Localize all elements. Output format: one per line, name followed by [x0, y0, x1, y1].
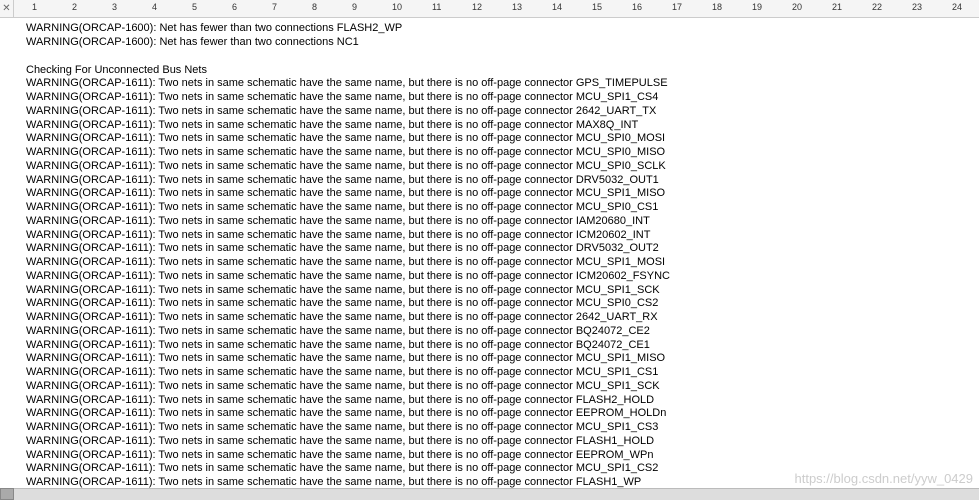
watermark-text: https://blog.csdn.net/yyw_0429	[794, 471, 973, 486]
log-line: WARNING(ORCAP-1611): Two nets in same sc…	[26, 146, 979, 160]
log-line: WARNING(ORCAP-1611): Two nets in same sc…	[26, 297, 979, 311]
log-line: WARNING(ORCAP-1611): Two nets in same sc…	[26, 160, 979, 174]
log-output: WARNING(ORCAP-1600): Net has fewer than …	[0, 18, 979, 488]
log-line: WARNING(ORCAP-1611): Two nets in same sc…	[26, 449, 979, 463]
horizontal-scrollbar[interactable]	[14, 488, 979, 500]
log-line: WARNING(ORCAP-1611): Two nets in same sc…	[26, 174, 979, 188]
log-line: WARNING(ORCAP-1611): Two nets in same sc…	[26, 352, 979, 366]
log-line: WARNING(ORCAP-1611): Two nets in same sc…	[26, 91, 979, 105]
log-line: WARNING(ORCAP-1611): Two nets in same sc…	[26, 119, 979, 133]
log-line: WARNING(ORCAP-1611): Two nets in same sc…	[26, 394, 979, 408]
log-line: WARNING(ORCAP-1611): Two nets in same sc…	[26, 215, 979, 229]
corner-handle[interactable]	[0, 488, 14, 500]
log-line: WARNING(ORCAP-1611): Two nets in same sc…	[26, 325, 979, 339]
log-line: WARNING(ORCAP-1611): Two nets in same sc…	[26, 407, 979, 421]
horizontal-ruler: 123456789101112131415161718192021222324	[14, 0, 979, 17]
log-line: WARNING(ORCAP-1611): Two nets in same sc…	[26, 421, 979, 435]
log-line: WARNING(ORCAP-1611): Two nets in same sc…	[26, 187, 979, 201]
log-line: WARNING(ORCAP-1611): Two nets in same sc…	[26, 435, 979, 449]
log-line: WARNING(ORCAP-1611): Two nets in same sc…	[26, 201, 979, 215]
ruler-bar: ✕ 12345678910111213141516171819202122232…	[0, 0, 979, 18]
log-line: WARNING(ORCAP-1611): Two nets in same sc…	[26, 77, 979, 91]
log-line: WARNING(ORCAP-1611): Two nets in same sc…	[26, 284, 979, 298]
log-line: WARNING(ORCAP-1611): Two nets in same sc…	[26, 366, 979, 380]
log-line: WARNING(ORCAP-1611): Two nets in same sc…	[26, 339, 979, 353]
log-line: WARNING(ORCAP-1600): Net has fewer than …	[26, 22, 979, 36]
log-line: WARNING(ORCAP-1611): Two nets in same sc…	[26, 132, 979, 146]
log-line: WARNING(ORCAP-1611): Two nets in same sc…	[26, 270, 979, 284]
log-line: WARNING(ORCAP-1611): Two nets in same sc…	[26, 229, 979, 243]
log-line: Checking For Unconnected Bus Nets	[26, 64, 979, 78]
log-line: WARNING(ORCAP-1611): Two nets in same sc…	[26, 311, 979, 325]
log-line: WARNING(ORCAP-1611): Two nets in same sc…	[26, 105, 979, 119]
log-line: WARNING(ORCAP-1600): Net has fewer than …	[26, 36, 979, 50]
log-line: WARNING(ORCAP-1611): Two nets in same sc…	[26, 256, 979, 270]
log-line: WARNING(ORCAP-1611): Two nets in same sc…	[26, 242, 979, 256]
close-icon[interactable]: ✕	[0, 0, 14, 17]
log-line: WARNING(ORCAP-1611): Two nets in same sc…	[26, 380, 979, 394]
